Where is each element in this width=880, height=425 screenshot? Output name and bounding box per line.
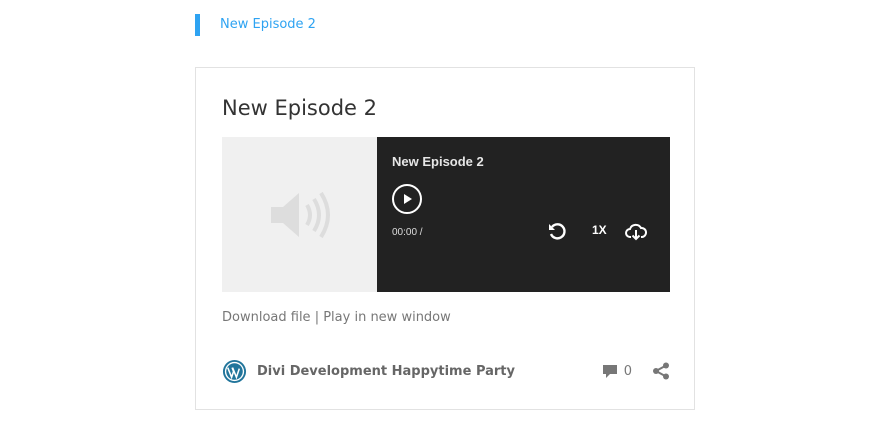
play-icon — [404, 194, 412, 204]
comment-icon[interactable] — [602, 363, 618, 379]
play-new-window-link[interactable]: Play in new window — [323, 310, 451, 325]
time-display: 00:00 / — [392, 227, 423, 238]
cloud-download-icon — [625, 223, 648, 241]
download-file-link[interactable]: Download file — [222, 310, 311, 325]
episode-card: New Episode 2 New Episode 2 00:00 / 1X D… — [195, 67, 695, 410]
replay-icon — [549, 223, 566, 240]
author-name[interactable]: Divi Development Happytime Party — [257, 364, 515, 379]
episode-links: Download file | Play in new window — [222, 310, 451, 325]
wordpress-icon — [222, 359, 247, 383]
card-footer: Divi Development Happytime Party 0 — [222, 358, 670, 384]
play-button[interactable] — [392, 184, 422, 214]
share-icon[interactable] — [652, 362, 670, 380]
comment-count[interactable]: 0 — [624, 364, 632, 379]
audio-player: New Episode 2 00:00 / 1X — [222, 137, 670, 292]
speaker-icon — [222, 137, 377, 292]
replay-button[interactable] — [547, 221, 567, 245]
links-separator: | — [310, 310, 324, 325]
download-button[interactable] — [625, 221, 648, 245]
player-controls: New Episode 2 00:00 / 1X — [377, 137, 670, 292]
episode-title: New Episode 2 — [222, 96, 377, 120]
player-title: New Episode 2 — [392, 154, 484, 169]
breadcrumb-link[interactable]: New Episode 2 — [195, 14, 316, 36]
speed-button[interactable]: 1X — [592, 223, 607, 237]
